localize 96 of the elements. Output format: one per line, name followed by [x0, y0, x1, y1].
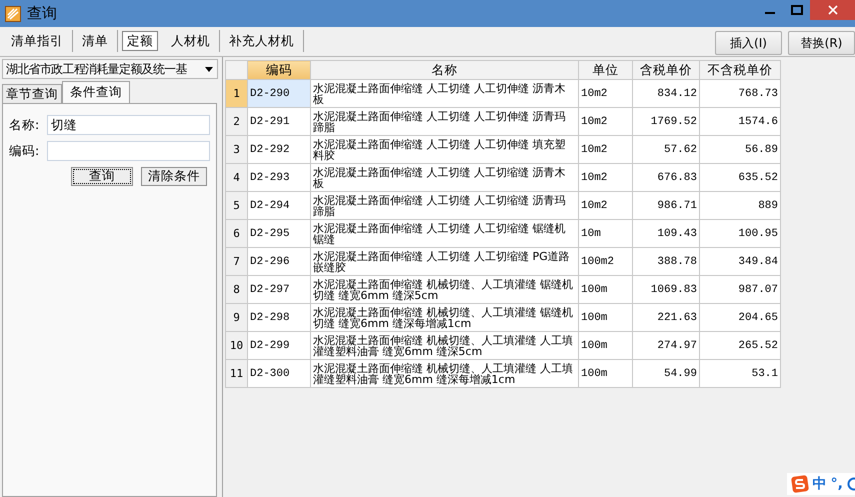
table-cell: 987.07 — [700, 276, 780, 304]
table-cell: 水泥混凝土路面伸缩缝 机械切缝、人工填灌缝 人工填灌缝塑料油膏 缝宽6mm 缝深每增减1cm — [310, 360, 578, 388]
window-title: 查询 — [27, 4, 57, 23]
table-cell: 水泥混凝土路面伸缩缝 人工切缝 人工切伸缝 沥青玛蹄脂 — [310, 108, 578, 136]
ime-button[interactable]: 中 — [812, 475, 827, 493]
toolbar-button[interactable]: 插入(I) — [715, 31, 782, 55]
table-cell: 100.95 — [700, 220, 780, 248]
table-cell: 1769.52 — [632, 108, 700, 136]
tab[interactable]: 人材机 — [162, 30, 220, 52]
table-cell: D2-291 — [248, 108, 310, 136]
caret-icon — [205, 66, 213, 72]
row-number[interactable]: 8 — [226, 276, 248, 304]
column-header[interactable]: 名称 — [310, 60, 578, 80]
tab[interactable]: 清单指引 — [2, 30, 73, 52]
table-cell: 水泥混凝土路面伸缩缝 机械切缝、人工填灌缝 锯缝机切缝 缝宽6mm 缝深每增减1cm — [310, 304, 578, 332]
field-label: 名称: — [9, 116, 40, 134]
table-cell: 889 — [700, 192, 780, 220]
table-cell: D2-292 — [248, 136, 310, 164]
table-cell: D2-299 — [248, 332, 310, 360]
app-logo-icon — [5, 6, 21, 22]
row-number[interactable]: 5 — [226, 192, 248, 220]
table-cell: D2-298 — [248, 304, 310, 332]
table-cell: 274.97 — [632, 332, 700, 360]
table-cell: D2-290 — [248, 80, 310, 108]
table-cell: 水泥混凝土路面伸缩缝 人工切缝 人工切伸缝 填充塑料胶 — [310, 136, 578, 164]
tab[interactable]: 补充人材机 — [220, 30, 304, 52]
row-number[interactable]: 10 — [226, 332, 248, 360]
table-cell: 水泥混凝土路面伸缩缝 人工切缝 人工切缩缝 沥青木板 — [310, 164, 578, 192]
table-cell: 水泥混凝土路面伸缩缝 机械切缝、人工填灌缝 锯缝机切缝 缝宽6mm 缝深5cm — [310, 276, 578, 304]
row-number[interactable]: 1 — [226, 80, 248, 108]
tab[interactable]: 清单 — [73, 30, 118, 52]
table-cell: 57.62 — [632, 136, 700, 164]
row-number[interactable]: 3 — [226, 136, 248, 164]
table-cell: 204.65 — [700, 304, 780, 332]
library-dropdown[interactable]: 湖北省市政工程消耗量定额及统一基 — [2, 59, 218, 79]
table-cell: 676.83 — [632, 164, 700, 192]
table-cell: D2-297 — [248, 276, 310, 304]
table-cell: 10m2 — [578, 192, 632, 220]
tab[interactable]: 条件查询 — [62, 81, 130, 103]
table-cell: D2-295 — [248, 220, 310, 248]
row-number[interactable]: 4 — [226, 164, 248, 192]
table-cell: 10m — [578, 220, 632, 248]
input-field[interactable] — [47, 141, 210, 161]
table-cell: 100m — [578, 304, 632, 332]
table-cell: 54.99 — [632, 360, 700, 388]
close-button[interactable] — [810, 0, 855, 20]
row-number[interactable]: 7 — [226, 248, 248, 276]
table-cell: 986.71 — [632, 192, 700, 220]
row-number[interactable]: 9 — [226, 304, 248, 332]
table-cell: 109.43 — [632, 220, 700, 248]
column-header[interactable]: 不含税单价 — [700, 60, 780, 80]
table-cell: 10m2 — [578, 80, 632, 108]
table-cell: 56.89 — [700, 136, 780, 164]
close-icon[interactable] — [828, 5, 838, 15]
input-field[interactable]: 切缝 — [47, 115, 210, 135]
toolbar-button[interactable]: 替换(R) — [788, 31, 855, 55]
table-cell: 10m2 — [578, 108, 632, 136]
table-cell: 100m — [578, 276, 632, 304]
table-cell: 水泥混凝土路面伸缩缝 人工切缝 人工切缩缝 锯缝机锯缝 — [310, 220, 578, 248]
table-cell: D2-294 — [248, 192, 310, 220]
table-cell: 53.1 — [700, 360, 780, 388]
column-header[interactable]: 单位 — [578, 60, 632, 80]
table-cell: 349.84 — [700, 248, 780, 276]
table-cell: 221.63 — [632, 304, 700, 332]
table-cell: D2-293 — [248, 164, 310, 192]
query-button[interactable]: 查询 — [71, 167, 133, 186]
tab[interactable]: 章节查询 — [2, 84, 62, 103]
table-cell: 768.73 — [700, 80, 780, 108]
row-number[interactable]: 11 — [226, 360, 248, 388]
table-cell: 1574.6 — [700, 108, 780, 136]
table-cell: 水泥混凝土路面伸缩缝 人工切缝 人工切缩缝 PG道路嵌缝胶 — [310, 248, 578, 276]
table-cell: 834.12 — [632, 80, 700, 108]
table-cell: 水泥混凝土路面伸缩缝 机械切缝、人工填灌缝 人工填灌缝塑料油膏 缝宽6mm 缝深5cm — [310, 332, 578, 360]
ime-button[interactable]: °, — [830, 476, 843, 492]
table-cell: 100m — [578, 360, 632, 388]
field-label: 编码: — [9, 142, 40, 160]
table-cell: 100m — [578, 332, 632, 360]
maximize-icon[interactable] — [790, 5, 802, 15]
table-cell: 388.78 — [632, 248, 700, 276]
table-cell: 1069.83 — [632, 276, 700, 304]
column-header[interactable]: 含税单价 — [632, 60, 700, 80]
tab[interactable]: 定额 — [122, 31, 158, 51]
table-cell: 10m2 — [578, 164, 632, 192]
table-cell: 水泥混凝土路面伸缩缝 人工切缝 人工切伸缝 沥青木板 — [310, 80, 578, 108]
table-cell: 265.52 — [700, 332, 780, 360]
table-cell: 10m2 — [578, 136, 632, 164]
ime-partial-icon — [847, 477, 855, 491]
table-cell: 635.52 — [700, 164, 780, 192]
table-cell: 水泥混凝土路面伸缩缝 人工切缝 人工切缩缝 沥青玛蹄脂 — [310, 192, 578, 220]
table-cell: D2-300 — [248, 360, 310, 388]
clear-button[interactable]: 清除条件 — [141, 167, 207, 186]
table-cell: 100m2 — [578, 248, 632, 276]
column-header[interactable]: 编码 — [248, 60, 310, 80]
row-number[interactable]: 6 — [226, 220, 248, 248]
table-cell: D2-296 — [248, 248, 310, 276]
row-number[interactable]: 2 — [226, 108, 248, 136]
